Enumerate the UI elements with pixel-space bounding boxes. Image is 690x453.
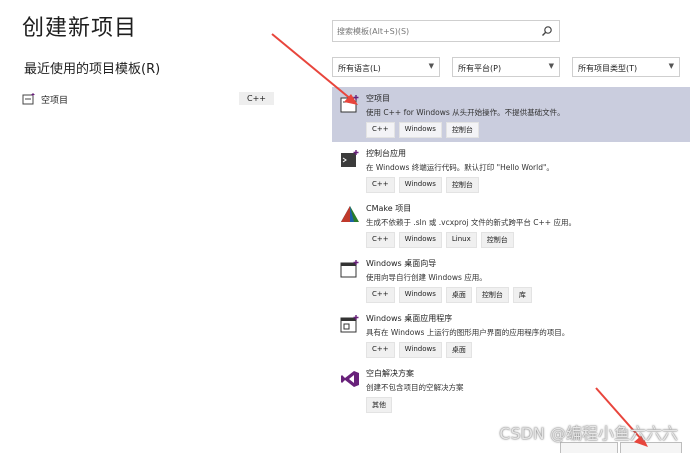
- cmake-icon: [341, 206, 359, 222]
- template-search-input[interactable]: 搜索模板(Alt+S)(S): [332, 20, 560, 42]
- recent-template-name: 空项目: [41, 95, 69, 106]
- empty-project-icon: [22, 93, 35, 105]
- wizard-icon: [340, 260, 359, 278]
- template-name: 空白解决方案: [366, 369, 414, 378]
- desktop-app-icon: [340, 315, 359, 333]
- recent-template-lang-tag: C++: [239, 92, 274, 105]
- tag-type: 控制台: [445, 122, 479, 138]
- visual-studio-icon: [341, 371, 359, 387]
- tag-type: 其他: [366, 397, 392, 413]
- tag-type-2: 控制台: [475, 287, 509, 303]
- template-description: 具有在 Windows 上运行的图形用户界面的应用程序的项目。: [366, 328, 570, 337]
- search-icon[interactable]: [541, 25, 553, 37]
- template-item-windows-desktop-wizard[interactable]: Windows 桌面向导 使用向导自行创建 Windows 应用。 C++ Wi…: [332, 252, 690, 307]
- tag-platform: Windows: [398, 232, 442, 248]
- tag-platform: Windows: [398, 177, 442, 193]
- tag-type-3: 库: [512, 287, 532, 303]
- template-description: 创建不包含项目的空解决方案: [366, 383, 464, 392]
- tag-platform: Windows: [398, 122, 442, 138]
- project-type-filter-dropdown[interactable]: 所有项目类型(T) ▼: [572, 57, 680, 77]
- template-name: Windows 桌面应用程序: [366, 314, 453, 323]
- language-filter-dropdown[interactable]: 所有语言(L) ▼: [332, 57, 440, 77]
- empty-project-icon: [340, 95, 359, 113]
- tag-language: C++: [366, 287, 395, 303]
- tag-language: C++: [366, 177, 395, 193]
- platform-filter-dropdown[interactable]: 所有平台(P) ▼: [452, 57, 560, 77]
- tag-type: 控制台: [445, 177, 479, 193]
- language-filter-label: 所有语言(L): [338, 64, 381, 73]
- tag-language: C++: [366, 342, 395, 358]
- recent-templates-heading: 最近使用的项目模板(R): [24, 62, 161, 77]
- recent-template-item[interactable]: 空项目 C++: [22, 90, 274, 108]
- template-name: CMake 项目: [366, 204, 412, 213]
- template-description: 生成不依赖于 .sln 或 .vcxproj 文件的新式跨平台 C++ 应用。: [366, 218, 576, 227]
- tag-type: 桌面: [445, 287, 472, 303]
- chevron-down-icon: ▼: [548, 62, 554, 70]
- chevron-down-icon: ▼: [668, 62, 674, 70]
- template-description: 在 Windows 终端运行代码。默认打印 "Hello World"。: [366, 163, 554, 172]
- template-name: 控制台应用: [366, 149, 406, 158]
- platform-filter-label: 所有平台(P): [458, 64, 502, 73]
- search-placeholder: 搜索模板(Alt+S)(S): [337, 27, 410, 36]
- template-name: Windows 桌面向导: [366, 259, 437, 268]
- template-item-cmake-project[interactable]: CMake 项目 生成不依赖于 .sln 或 .vcxproj 文件的新式跨平台…: [332, 197, 690, 252]
- tag-platform: Windows: [398, 287, 442, 303]
- tag-type: 控制台: [480, 232, 514, 248]
- tag-language: C++: [366, 232, 395, 248]
- project-type-filter-label: 所有项目类型(T): [578, 64, 638, 73]
- template-item-empty-project[interactable]: 空项目 使用 C++ for Windows 从头开始操作。不提供基础文件。 C…: [332, 87, 690, 142]
- tag-language: C++: [366, 122, 395, 138]
- chevron-down-icon: ▼: [428, 62, 434, 70]
- template-name: 空项目: [366, 94, 390, 103]
- tag-type: 桌面: [445, 342, 472, 358]
- page-title: 创建新项目: [22, 16, 138, 41]
- watermark: CSDN @编程小鱼六六六: [499, 424, 678, 443]
- template-list: 空项目 使用 C++ for Windows 从头开始操作。不提供基础文件。 C…: [332, 87, 690, 450]
- template-description: 使用 C++ for Windows 从头开始操作。不提供基础文件。: [366, 108, 565, 117]
- template-description: 使用向导自行创建 Windows 应用。: [366, 273, 487, 282]
- console-app-icon: [341, 150, 359, 167]
- template-item-blank-solution[interactable]: 空白解决方案 创建不包含项目的空解决方案 其他: [332, 362, 690, 417]
- template-item-windows-desktop-app[interactable]: Windows 桌面应用程序 具有在 Windows 上运行的图形用户界面的应用…: [332, 307, 690, 362]
- template-item-console-app[interactable]: 控制台应用 在 Windows 终端运行代码。默认打印 "Hello World…: [332, 142, 690, 197]
- tag-platform: Windows: [398, 342, 442, 358]
- tag-platform-2: Linux: [445, 232, 477, 248]
